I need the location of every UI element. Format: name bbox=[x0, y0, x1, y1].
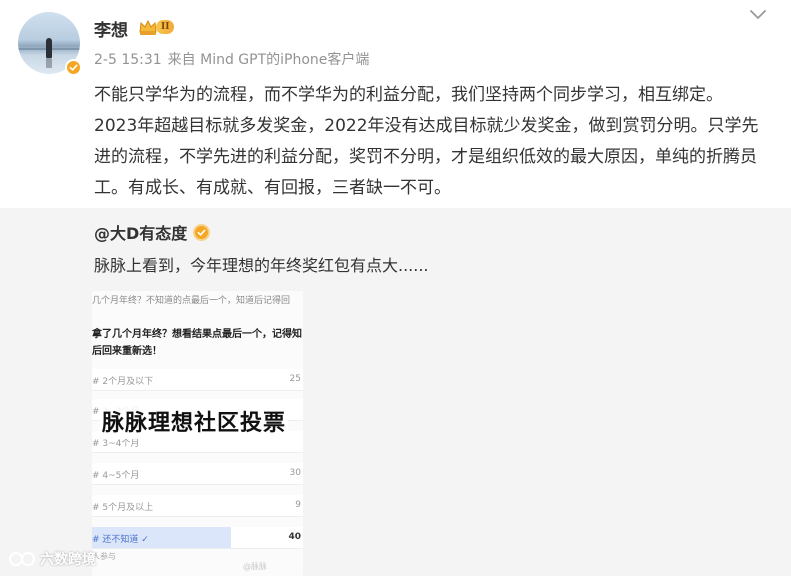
avatar-figure bbox=[46, 38, 52, 58]
avatar[interactable] bbox=[18, 12, 82, 76]
image-watermark: @脉脉 bbox=[243, 562, 267, 571]
watermark-text: 六数跨境 bbox=[40, 552, 96, 568]
poll-option-label: # 还不知道 ✓ bbox=[92, 535, 149, 545]
vip-level-label: II bbox=[156, 20, 175, 34]
verified-check-icon bbox=[193, 223, 211, 241]
post-username[interactable]: 李想 bbox=[94, 16, 128, 41]
repost-image[interactable]: 几个月年终？不知道的点最后一个，知道后记得回 拿了几个月年终？想看结果点最后一个… bbox=[92, 291, 303, 576]
poll-overlay-title: 脉脉理想社区投票 bbox=[100, 403, 289, 439]
poll-question-main: 拿了几个月年终？想看结果点最后一个，记得知后回来重新选！ bbox=[92, 329, 302, 357]
poll-option: # 5个月及以上 9 bbox=[92, 495, 303, 517]
poll-option-value: 30 bbox=[289, 468, 301, 478]
poll-option-value: 25 bbox=[289, 374, 301, 384]
poll-option: # 2个月及以下 25 bbox=[92, 369, 303, 391]
repost-username[interactable]: @大D有态度 bbox=[94, 220, 187, 244]
poll-option-label: # 5个月及以上 bbox=[92, 503, 154, 513]
poll-option-value: 9 bbox=[295, 500, 301, 510]
post-text: 不能只学华为的流程，而不学华为的利益分配，我们坚持两个同步学习，相互绑定。202… bbox=[94, 85, 759, 198]
repost-username-row: @大D有态度 bbox=[94, 220, 211, 244]
poll-option: # 4~5个月 30 bbox=[92, 463, 303, 485]
logo-icon bbox=[9, 552, 35, 566]
verified-check-icon bbox=[65, 59, 82, 76]
poll-question-top: 几个月年终？不知道的点最后一个，知道后记得回 bbox=[92, 296, 291, 306]
poll-option-label: # 4~5个月 bbox=[92, 471, 140, 481]
poll-option-label: # 2个月及以下 bbox=[92, 377, 154, 387]
post-source: 来自 Mind GPT的iPhone客户端 bbox=[167, 52, 370, 68]
post-meta: 2-5 15:31 来自 Mind GPT的iPhone客户端 bbox=[94, 49, 369, 69]
crown-icon bbox=[139, 19, 157, 35]
repost-card[interactable]: @大D有态度 脉脉上看到，今年理想的年终奖红包有点大...... 几个月年终？不… bbox=[0, 208, 791, 576]
poll-option: # 还不知道 ✓ 40 bbox=[92, 527, 303, 549]
poll-option-value: 40 bbox=[288, 532, 301, 542]
post-time[interactable]: 2-5 15:31 bbox=[94, 52, 162, 68]
chevron-down-icon[interactable] bbox=[749, 8, 767, 22]
vip-badge[interactable]: II bbox=[138, 17, 182, 37]
avatar-reflection bbox=[46, 58, 52, 68]
watermark: 六数跨境 bbox=[8, 549, 96, 569]
repost-text: 脉脉上看到，今年理想的年终奖红包有点大...... bbox=[94, 256, 429, 275]
